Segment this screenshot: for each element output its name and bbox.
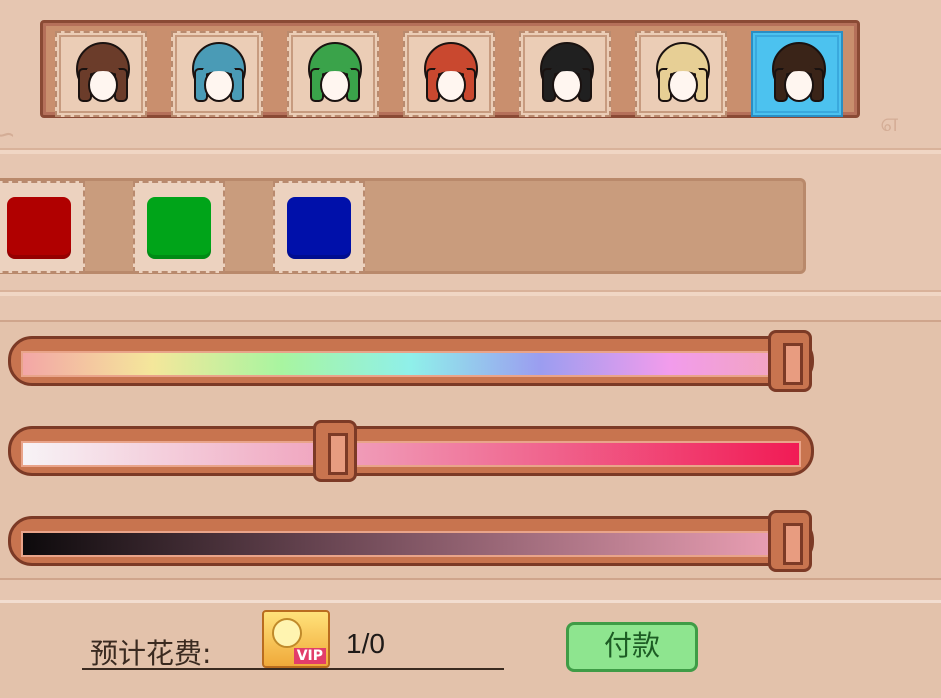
hair-style-green-ponytail[interactable] [287,31,379,117]
saturation-gradient [21,441,801,467]
hue-slider-track [8,336,814,386]
hair-style-blonde-short[interactable] [635,31,727,117]
swatch-green[interactable] [133,181,225,273]
hair-style-brown-bob[interactable] [55,31,147,117]
hair-blonde-short-icon [656,42,710,102]
decorative-swirl-left: ∽ [0,120,16,150]
hair-color-screen: ∽ ௭ 预计花费: VIP 1/0 付款 [0,0,941,698]
brightness-slider-track [8,516,814,566]
hue-slider[interactable] [8,330,814,392]
hair-style-black-curly[interactable] [519,31,611,117]
hue-slider-handle[interactable] [768,330,812,392]
cost-label: 预计花费: [90,637,212,670]
hair-brown-bob-icon [76,42,130,102]
hair-style-blue-buns[interactable] [171,31,263,117]
cost-underline [82,668,504,670]
hue-gradient [21,351,801,377]
swatch-blue-fill [287,197,351,259]
hair-black-curly-icon [540,42,594,102]
hair-green-ponytail-icon [308,42,362,102]
saturation-slider[interactable] [8,420,814,482]
hair-style-strip [40,20,860,118]
swatch-blue[interactable] [273,181,365,273]
hair-style-red-long[interactable] [403,31,495,117]
brightness-gradient [21,531,801,557]
saturation-slider-track [8,426,814,476]
pay-button[interactable]: 付款 [566,622,698,672]
vip-badge: VIP [293,648,326,664]
divider-top [0,148,941,154]
saturation-slider-handle[interactable] [312,420,357,482]
hair-red-long-icon [424,42,478,102]
cost-value: 1/0 [346,628,385,659]
hair-style-dark-brown-short[interactable] [751,31,843,117]
color-slider-panel [0,320,941,580]
swatch-green-fill [147,197,211,259]
brightness-slider-handle[interactable] [768,510,812,572]
hair-dark-brown-short-icon [772,42,826,102]
swatch-red-fill [7,197,71,259]
coin-icon [272,618,302,648]
hair-blue-buns-icon [192,42,246,102]
swatch-red[interactable] [0,181,85,273]
brightness-slider[interactable] [8,510,814,572]
vip-ticket-icon: VIP [262,610,330,668]
divider-middle [0,290,941,296]
decorative-swirl-right: ௭ [880,108,900,138]
color-swatch-panel [0,178,806,274]
